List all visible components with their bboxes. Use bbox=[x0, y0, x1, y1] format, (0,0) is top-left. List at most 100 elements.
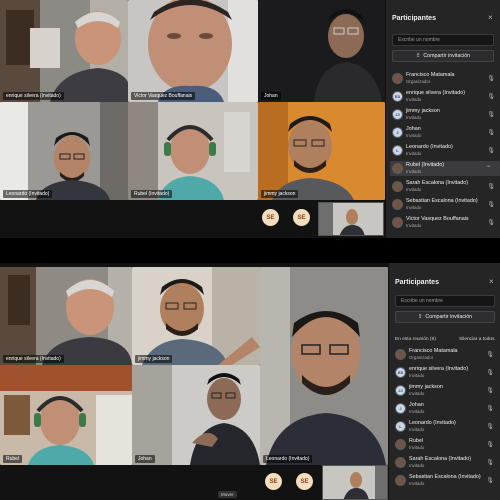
video-feed bbox=[258, 0, 385, 102]
participant-list: Francisco Matamala Organizador 🎙 ES enri… bbox=[390, 71, 500, 236]
mic-icon: 🎙 bbox=[487, 184, 495, 190]
share-invite-button[interactable]: ⇪ Compartir invitación bbox=[392, 50, 494, 62]
more-options-icon[interactable]: ··· bbox=[486, 163, 491, 170]
participant-row[interactable]: Sarah Escalona (Invitado) Invitado 🎙 bbox=[393, 455, 499, 470]
video-tile-enrique[interactable]: enrique silvera (Invitado) bbox=[0, 0, 128, 102]
participant-role: Invitado bbox=[406, 169, 422, 174]
section-header[interactable]: En esta reunión (9) bbox=[395, 337, 436, 342]
participant-row[interactable]: JJ jimmy jackson Invitado 🎙 bbox=[393, 383, 499, 398]
mic-icon: 🎙 bbox=[486, 442, 494, 448]
participant-role: Invitado bbox=[406, 187, 422, 192]
close-icon[interactable]: × bbox=[489, 277, 494, 286]
video-tile-leonardo[interactable]: Leonardo (Invitado) bbox=[260, 267, 388, 465]
search-input[interactable]: Escribe un nombre bbox=[392, 34, 494, 46]
participant-list: Francisco Matamala Organizador 🎙 ES enri… bbox=[393, 347, 499, 499]
participant-name: Leonardo (Invitado) bbox=[406, 144, 453, 150]
mic-icon: 🎙 bbox=[487, 76, 495, 82]
participant-row[interactable]: ES enrique silvera (Invitado) Invitado 🎙 bbox=[390, 89, 500, 104]
panel-title: Participantes bbox=[392, 15, 436, 22]
tile-name-label: enrique silvera (Invitado) bbox=[3, 92, 64, 100]
participant-role: Invitado bbox=[406, 115, 422, 120]
video-tile-leonardo[interactable]: Leonardo (Invitado) bbox=[0, 102, 128, 200]
avatar bbox=[392, 217, 403, 228]
avatar: ES bbox=[395, 367, 406, 378]
participant-row[interactable]: J Johan Invitado 🎙 bbox=[393, 401, 499, 416]
meeting-screenshot-2: enrique silvera (Invitado) jimmy jackson bbox=[0, 263, 500, 500]
participant-name: Rubel (Invitado) bbox=[406, 162, 445, 168]
participant-row[interactable]: Sebastian Escalona (Invitado) Invitado 🎙 bbox=[390, 197, 500, 212]
tile-name-label: Leonardo (Invitado) bbox=[263, 455, 313, 463]
participant-row[interactable]: ES enrique silvera (Invitado) Invitado 🎙 bbox=[393, 365, 499, 380]
mute-all-button[interactable]: Silenciar a todos bbox=[459, 337, 494, 342]
mic-icon: 🎙 bbox=[486, 424, 494, 430]
participant-role: Organizador bbox=[406, 79, 431, 84]
video-tile-enrique[interactable]: enrique silvera (Invitado) bbox=[0, 267, 132, 365]
participant-row[interactable]: Francisco Matamala Organizador 🎙 bbox=[393, 347, 499, 362]
video-feed bbox=[0, 365, 132, 465]
participant-avatar-se[interactable]: SE bbox=[296, 473, 313, 490]
tile-name-label: Johan bbox=[135, 455, 155, 463]
participant-row[interactable]: Rubel Invitado 🎙 bbox=[393, 437, 499, 452]
video-feed bbox=[0, 102, 128, 200]
participant-name: Sebastian Escalona (Invitado) bbox=[409, 474, 481, 480]
video-tile-victor[interactable]: Victor Vasquez Bouffanais bbox=[128, 0, 258, 102]
participant-name: Sebastian Escalona (Invitado) bbox=[406, 198, 478, 204]
participant-row[interactable]: JJ jimmy jackson Invitado 🎙 bbox=[390, 107, 500, 122]
mic-icon: 🎙 bbox=[487, 94, 495, 100]
share-invite-button[interactable]: ⇪ Compartir invitación bbox=[395, 311, 495, 323]
participant-role: Invitado bbox=[406, 205, 422, 210]
participant-row[interactable]: Sebastian Escalona (Invitado) Invitado 🎙 bbox=[393, 473, 499, 488]
participant-name: Victor Vasquez Bouffanais bbox=[406, 216, 469, 222]
participant-name: jimmy jackson bbox=[406, 108, 440, 114]
video-tile-johan[interactable]: Johan bbox=[132, 365, 260, 465]
participant-row[interactable]: Victor Vasquez Bouffanais Invitado 🎙 bbox=[390, 215, 500, 230]
video-tile-rubel[interactable]: Rubel bbox=[0, 365, 132, 465]
participant-row[interactable]: J Johan Invitado 🎙 bbox=[390, 125, 500, 140]
participant-row[interactable]: L Leonardo (Invitado) Invitado 🎙 bbox=[393, 419, 499, 434]
close-icon[interactable]: × bbox=[488, 13, 493, 22]
participant-avatar-se[interactable]: SE bbox=[262, 209, 279, 226]
mic-icon: 🎙 bbox=[486, 370, 494, 376]
self-view-video[interactable] bbox=[318, 202, 384, 236]
tile-name-label: Rubel (Invitado) bbox=[131, 190, 173, 198]
video-feed bbox=[323, 466, 387, 499]
video-feed bbox=[0, 0, 128, 102]
video-grid: enrique silvera (Invitado) Victor Vasque… bbox=[0, 0, 385, 238]
video-tile-johan[interactable]: Johan bbox=[258, 0, 385, 102]
participant-role: Invitado bbox=[409, 409, 425, 414]
mic-icon: 🎙 bbox=[487, 148, 495, 154]
video-tile-jimmy[interactable]: jimmy jackson bbox=[258, 102, 385, 200]
participant-role: Organizador bbox=[409, 355, 434, 360]
mic-icon: 🎙 bbox=[487, 130, 495, 136]
participant-avatar-se[interactable]: SE bbox=[265, 473, 282, 490]
participant-role: Invitado bbox=[409, 373, 425, 378]
participant-row[interactable]: Francisco Matamala Organizador 🎙 bbox=[390, 71, 500, 86]
avatar: ES bbox=[392, 91, 403, 102]
avatar bbox=[395, 349, 406, 360]
participant-name: Francisco Matamala bbox=[409, 348, 458, 354]
mic-icon: 🎙 bbox=[487, 220, 495, 226]
participant-role: Invitado bbox=[406, 133, 422, 138]
video-feed bbox=[128, 0, 258, 102]
participants-panel: Participantes × Escribe un nombre ⇪ Comp… bbox=[385, 0, 500, 238]
participant-row[interactable]: L Leonardo (Invitado) Invitado 🎙 bbox=[390, 143, 500, 158]
participant-row[interactable]: Sarah Escalona (Invitado) Invitado 🎙 bbox=[390, 179, 500, 194]
self-view-video[interactable] bbox=[322, 465, 388, 500]
participant-row[interactable]: Rubel (Invitado) Invitado ··· bbox=[390, 161, 500, 176]
video-tile-rubel[interactable]: Rubel (Invitado) bbox=[128, 102, 258, 200]
move-chip[interactable]: Mover bbox=[218, 491, 237, 498]
avatar: JJ bbox=[392, 109, 403, 120]
participant-name: enrique silvera (Invitado) bbox=[409, 366, 469, 372]
video-grid: enrique silvera (Invitado) jimmy jackson bbox=[0, 263, 388, 500]
search-input[interactable]: Escribe un nombre bbox=[395, 295, 495, 307]
video-tile-jimmy[interactable]: jimmy jackson bbox=[132, 267, 260, 365]
share-icon: ⇪ bbox=[417, 314, 423, 320]
participant-name: Rubel bbox=[409, 438, 424, 444]
panel-title: Participantes bbox=[395, 279, 439, 286]
participant-name: Leonardo (Invitado) bbox=[409, 420, 456, 426]
participant-avatar-se[interactable]: SE bbox=[293, 209, 310, 226]
share-invite-label: Compartir invitación bbox=[423, 53, 471, 59]
avatar bbox=[392, 181, 403, 192]
avatar bbox=[392, 163, 403, 174]
participant-role: Invitado bbox=[406, 223, 422, 228]
